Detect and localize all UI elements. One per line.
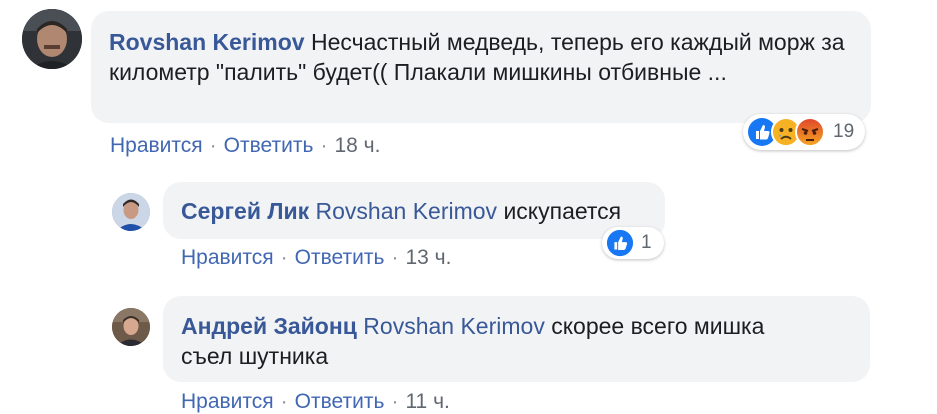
mention-link[interactable]: Rovshan Kerimov <box>316 198 498 224</box>
reaction-summary[interactable]: 19 <box>743 114 865 150</box>
avatar[interactable] <box>22 9 82 69</box>
avatar-photo <box>22 9 82 69</box>
separator: · <box>280 390 288 413</box>
comment-timestamp[interactable]: 13 ч. <box>405 246 451 269</box>
comment-body: Андрей Зайонц Rovshan Kerimov скорее все… <box>181 311 821 371</box>
comment-actions: Нравится · Ответить · 18 ч. <box>110 134 380 158</box>
separator: · <box>391 246 399 269</box>
separator: · <box>320 134 328 157</box>
comment-author[interactable]: Rovshan Kerimov <box>109 29 305 55</box>
avatar[interactable] <box>112 308 150 346</box>
reaction-count: 1 <box>641 232 652 253</box>
separator: · <box>209 134 217 157</box>
comment-actions: Нравится · Ответить · 11 ч. <box>181 390 450 414</box>
comment-author[interactable]: Андрей Зайонц <box>181 313 357 339</box>
like-link[interactable]: Нравится <box>181 390 274 413</box>
like-link[interactable]: Нравится <box>110 134 203 157</box>
reply-link[interactable]: Ответить <box>295 246 385 269</box>
like-link[interactable]: Нравится <box>181 246 274 269</box>
comment-text: искупается <box>503 198 622 224</box>
separator: · <box>280 246 288 269</box>
comment-actions: Нравится · Ответить · 13 ч. <box>181 246 451 270</box>
comment-bubble: Андрей Зайонц Rovshan Kerimov скорее все… <box>163 296 870 382</box>
comment-body: Rovshan Kerimov Несчастный медведь, тепе… <box>109 27 853 87</box>
mention-link[interactable]: Rovshan Kerimov <box>363 313 545 339</box>
reaction-count: 19 <box>833 121 855 142</box>
separator: · <box>391 390 399 413</box>
like-icon <box>606 229 634 257</box>
comment-bubble: Сергей Лик Rovshan Kerimov искупается <box>163 182 665 239</box>
comment-author[interactable]: Сергей Лик <box>181 198 309 224</box>
comment-body: Сергей Лик Rovshan Kerimov искупается <box>181 196 647 226</box>
avatar-photo <box>112 308 150 346</box>
angry-icon <box>795 117 825 147</box>
avatar-photo <box>112 193 150 231</box>
reply-link[interactable]: Ответить <box>295 390 385 413</box>
reply-link[interactable]: Ответить <box>224 134 314 157</box>
comment-timestamp[interactable]: 18 ч. <box>334 134 380 157</box>
comment-bubble: Rovshan Kerimov Несчастный медведь, тепе… <box>91 11 871 123</box>
reaction-summary[interactable]: 1 <box>602 227 664 259</box>
avatar[interactable] <box>112 193 150 231</box>
comment-timestamp[interactable]: 11 ч. <box>405 390 449 413</box>
